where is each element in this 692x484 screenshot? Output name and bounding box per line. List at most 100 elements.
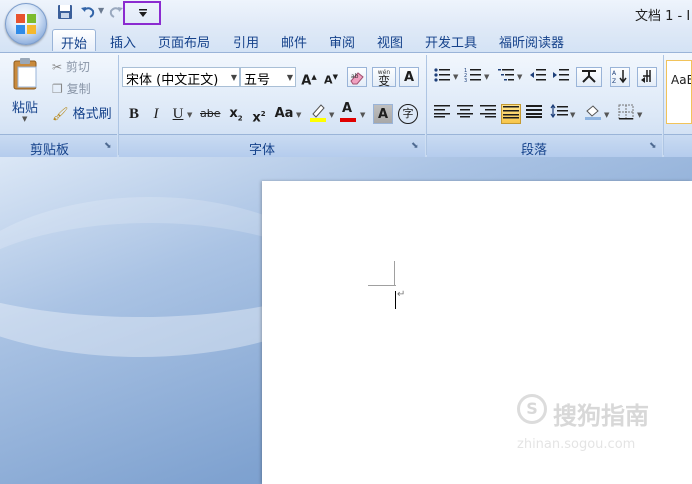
font-name-value: 宋体 (中文正文)	[126, 73, 219, 88]
save-icon[interactable]	[57, 4, 73, 20]
cut-label: 剪切	[65, 60, 90, 74]
character-border-button[interactable]: A	[399, 67, 419, 87]
align-center-button[interactable]	[455, 104, 475, 124]
numbering-button[interactable]: 1 2 3	[463, 67, 483, 87]
format-painter-label: 格式刷	[72, 107, 112, 122]
tab-developer[interactable]: 开发工具	[425, 32, 477, 51]
phonetic-guide-button[interactable]: wén 变	[372, 67, 396, 87]
font-size-combo[interactable]: 五号 ▼	[240, 67, 296, 88]
increase-indent-button[interactable]	[551, 67, 571, 87]
bold-button[interactable]: B	[124, 104, 144, 124]
eraser-icon: ab	[350, 72, 364, 85]
shrink-font-button[interactable]: A▼	[321, 67, 341, 87]
copy-button[interactable]: ❐ 复制	[52, 80, 91, 97]
bullets-dropdown-icon[interactable]: ▼	[453, 73, 458, 81]
svg-text:ab: ab	[351, 73, 359, 80]
grow-font-button[interactable]: A▲	[299, 67, 319, 88]
superscript-button[interactable]: x2	[249, 104, 269, 125]
tab-references[interactable]: 引用	[233, 32, 259, 51]
redo-icon[interactable]	[108, 4, 124, 20]
align-left-button[interactable]	[432, 104, 452, 124]
font-color-dropdown-icon[interactable]: ▼	[360, 111, 365, 119]
sogou-watermark: S 搜狗指南	[517, 394, 649, 431]
paragraph-shading-button[interactable]	[583, 104, 603, 124]
underline-button[interactable]: U	[168, 104, 188, 124]
borders-dropdown-icon[interactable]: ▼	[637, 111, 642, 119]
italic-button[interactable]: I	[146, 104, 166, 124]
tab-foxit-reader[interactable]: 福昕阅读器	[499, 32, 564, 51]
paragraph-mark-icon	[641, 70, 651, 83]
font-color-swatch	[340, 118, 356, 122]
change-case-dropdown-icon[interactable]: ▼	[296, 111, 301, 119]
bullets-button[interactable]	[432, 67, 452, 87]
styles-group-footer	[664, 134, 692, 157]
highlighter-icon	[310, 104, 326, 122]
increase-indent-icon	[553, 69, 569, 81]
window-title: 文档 1 - I	[635, 9, 691, 24]
sort-button[interactable]: AZ	[610, 67, 630, 87]
tab-page-layout[interactable]: 页面布局	[158, 32, 210, 51]
character-border-icon: A	[403, 70, 415, 85]
align-right-button[interactable]	[478, 104, 498, 124]
shading-dropdown-icon[interactable]: ▼	[604, 111, 609, 119]
tab-mailings[interactable]: 邮件	[281, 32, 307, 51]
quick-styles-gallery[interactable]: AaB	[666, 60, 692, 124]
tab-review[interactable]: 审阅	[329, 32, 355, 51]
font-name-combo[interactable]: 宋体 (中文正文) ▼	[122, 67, 240, 88]
font-size-dropdown-icon[interactable]: ▼	[287, 73, 293, 82]
chinese-layout-button[interactable]	[576, 67, 602, 87]
document-page[interactable]: ↵ S 搜狗指南 zhinan.sogou.com	[262, 181, 692, 484]
document-workspace: ↵ S 搜狗指南 zhinan.sogou.com	[0, 157, 692, 484]
underline-dropdown-icon[interactable]: ▼	[187, 111, 192, 119]
tab-view[interactable]: 视图	[377, 32, 403, 51]
borders-icon	[618, 104, 634, 120]
paragraph-dialog-launcher-icon[interactable]: ⬊	[649, 141, 657, 151]
clipboard-dialog-launcher-icon[interactable]: ⬊	[104, 141, 112, 151]
undo-icon[interactable]	[80, 4, 96, 20]
watermark-url: zhinan.sogou.com	[517, 437, 636, 452]
enclose-characters-button[interactable]: 字	[398, 104, 418, 124]
justify-button[interactable]	[501, 104, 521, 124]
change-case-button[interactable]: Aa	[272, 104, 296, 124]
clipboard-group-label: 剪贴板	[30, 143, 70, 158]
line-spacing-button[interactable]	[549, 103, 569, 124]
paste-label: 粘贴	[12, 101, 39, 116]
strikethrough-button[interactable]: abe	[200, 104, 221, 124]
multilevel-list-button[interactable]	[496, 67, 516, 87]
decrease-indent-button[interactable]	[528, 67, 548, 87]
tab-home[interactable]: 开始	[52, 29, 97, 52]
paste-button[interactable]: 粘贴 ▼	[8, 57, 44, 129]
font-color-button[interactable]: A	[338, 101, 358, 122]
align-left-icon	[434, 105, 450, 118]
subscript-button[interactable]: x2	[226, 104, 246, 124]
borders-button[interactable]	[616, 104, 636, 124]
line-spacing-icon	[550, 103, 568, 119]
cut-button[interactable]: ✂ 剪切	[52, 58, 90, 75]
highlight-dropdown-icon[interactable]: ▼	[329, 111, 334, 119]
distributed-button[interactable]	[524, 104, 544, 124]
numbering-icon: 1 2 3	[464, 68, 481, 84]
tab-insert[interactable]: 插入	[110, 32, 136, 51]
ribbon: 粘贴 ▼ ✂ 剪切 ❐ 复制 🖌 格式刷 剪贴板 ⬊ 宋体 (中文正文) ▼ 五…	[0, 52, 692, 158]
clear-formatting-button[interactable]: ab	[347, 67, 367, 87]
undo-dropdown-icon[interactable]: ▼	[98, 6, 104, 15]
paint-bucket-icon	[585, 105, 601, 120]
character-shading-button[interactable]: A	[373, 104, 393, 124]
text-highlight-button[interactable]	[308, 102, 328, 122]
bullets-icon	[434, 68, 450, 82]
copy-icon: ❐	[52, 82, 63, 96]
scissors-icon: ✂	[52, 60, 63, 74]
font-color-letter: A	[342, 101, 353, 116]
format-painter-button[interactable]: 🖌 格式刷	[52, 103, 112, 122]
numbering-dropdown-icon[interactable]: ▼	[484, 73, 489, 81]
font-dialog-launcher-icon[interactable]: ⬊	[411, 141, 419, 151]
line-spacing-dropdown-icon[interactable]: ▼	[570, 111, 575, 119]
customize-quick-access-toolbar-button[interactable]	[123, 1, 161, 25]
office-button[interactable]	[5, 3, 47, 45]
shrink-font-icon: A	[324, 73, 333, 87]
title-bar: ▼ 文档 1 - I	[0, 0, 692, 28]
multilevel-list-dropdown-icon[interactable]: ▼	[517, 73, 522, 81]
show-paragraph-marks-button[interactable]	[637, 67, 657, 87]
font-group-footer: 字体 ⬊	[119, 134, 425, 158]
font-name-dropdown-icon[interactable]: ▼	[231, 73, 237, 82]
